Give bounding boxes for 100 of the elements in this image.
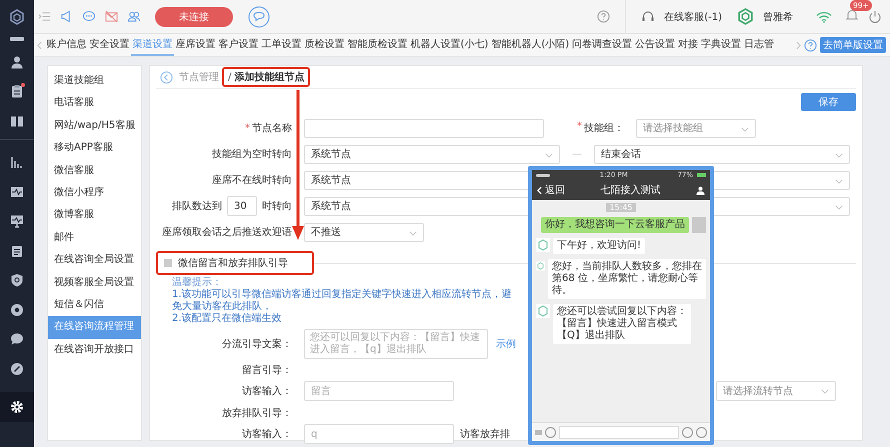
field-label: 访客输入： [242, 428, 292, 441]
crossed-envelope-icon[interactable] [105, 10, 118, 23]
power-icon[interactable] [868, 10, 882, 24]
number-field[interactable]: 30 [227, 196, 257, 216]
field-label: 座席不在线时转向 [212, 174, 292, 187]
sidebar-item[interactable]: 微信小程序 [48, 182, 141, 204]
settings-tab[interactable]: 字典设置 [700, 34, 743, 56]
tip-title: 温馨提示： [172, 277, 223, 288]
sidebar-item[interactable]: 微博客服 [48, 204, 141, 227]
chevron-down-icon [409, 230, 417, 236]
select-field[interactable]: 请选择流转节点 [716, 381, 836, 401]
sidebar-item[interactable]: 在线咨询全局设置 [48, 249, 141, 272]
hexagon-logo-icon [737, 8, 754, 25]
chevron-down-icon [741, 126, 749, 132]
message-circle-icon[interactable] [248, 6, 270, 28]
chat-bubble: 您还可以尝试回复以下内容： 【留言】快速进入留言模式 【Q】退出排队 [553, 304, 691, 344]
select-field[interactable]: 请选择技能组 [636, 118, 756, 138]
settings-tab[interactable]: 质检设置 [303, 34, 346, 56]
message-input[interactable] [559, 426, 679, 438]
field-label: 技能组： [584, 122, 624, 135]
chat-title: 七陌接入测试 [600, 184, 662, 197]
select-field[interactable]: 结束会话 [594, 144, 850, 164]
status-button[interactable]: 未连接 [155, 6, 233, 26]
sidebar-item[interactable]: 短信＆闪信 [48, 294, 141, 316]
separator-dash: — [572, 148, 582, 160]
monitor-icon [10, 214, 24, 228]
battery-icon [697, 173, 706, 177]
settings-tab[interactable]: 机器人设置(小七) [409, 34, 490, 56]
sidebar-item[interactable]: 移动APP客服 [48, 137, 141, 160]
chevron-down-icon [835, 204, 843, 210]
settings-tab[interactable]: 智能质检设置 [346, 34, 409, 56]
settings-tab[interactable]: 座席设置 [174, 34, 217, 56]
people-icon[interactable] [127, 10, 141, 23]
sidebar-item[interactable]: 在线咨询开放接口 [48, 338, 141, 362]
help-icon[interactable] [804, 38, 817, 52]
pulse-icon [10, 184, 24, 199]
input-field[interactable]: q [304, 424, 454, 444]
chat-bubble: 下午好，欢迎访问! [553, 238, 646, 254]
input-field[interactable] [304, 118, 544, 138]
section-title: 微信留言和放弃排队引导 [178, 256, 288, 270]
settings-tab[interactable]: 智能机器人(小陌) [490, 34, 571, 56]
field-label: 留言引导： [242, 364, 292, 376]
chevron-down-icon [545, 152, 553, 158]
sidebar-item[interactable]: 网站/wap/H5客服 [48, 114, 141, 138]
settings-tab[interactable]: 问卷调查设置 [570, 34, 634, 56]
required-mark: * [245, 122, 250, 134]
tip-text: 2.该配置只在微信端生效 [172, 313, 283, 325]
field-label: 放弃排队引导： [222, 406, 292, 420]
shield-icon [10, 273, 24, 288]
chat-bubble: 您好，当前排队人数较多，您排在第68 位，坐席繁忙，请您耐心等待。 [548, 259, 706, 299]
settings-tab[interactable]: 对接 [676, 34, 700, 56]
settings-tab[interactable]: 工单设置 [260, 34, 303, 56]
settings-tab[interactable]: 公告设置 [634, 34, 677, 56]
chevron-down-icon [835, 178, 843, 184]
textarea-field[interactable]: 您还可以回复以下内容：【留言】快速进入留言，【q】退出排队 [304, 329, 488, 359]
field-label: 排队数达到 [172, 200, 222, 213]
user-icon [10, 54, 24, 69]
settings-tab[interactable]: 安全设置 [88, 34, 131, 56]
chevron-down-icon [835, 152, 843, 158]
chat-bubble-icon[interactable] [82, 10, 96, 23]
field-label: 座席领取会话之后推送欢迎语 [162, 226, 292, 239]
target-icon [10, 302, 24, 317]
help-icon[interactable] [597, 10, 610, 23]
bell-icon[interactable] [845, 8, 859, 22]
required-mark: * [577, 121, 582, 134]
book-icon [10, 114, 24, 128]
field-label: 访客输入： [242, 384, 292, 398]
sidebar-item[interactable]: 微信客服 [48, 160, 141, 182]
indent-icon[interactable] [38, 10, 51, 23]
settings-tab[interactable]: 客户设置 [217, 34, 260, 56]
breadcrumb-separator: / [228, 72, 232, 82]
field-label: 节点名称 [252, 122, 292, 135]
bot-avatar-icon [536, 238, 550, 252]
back-icon[interactable] [160, 70, 173, 84]
input-field[interactable]: 留言 [304, 381, 454, 401]
settings-tab[interactable]: 账户信息 [45, 34, 88, 56]
field-label: 时转向 [262, 200, 292, 213]
bar-chart-icon [10, 155, 24, 170]
settings-tab[interactable]: 日志管 [742, 34, 776, 56]
user-name[interactable]: 曾雅希 [763, 10, 793, 24]
user-icon[interactable] [696, 186, 705, 194]
chevron-right-icon[interactable] [796, 40, 801, 50]
sidebar-item[interactable]: 渠道技能组 [48, 70, 141, 92]
checkbox[interactable] [164, 259, 172, 267]
breadcrumb-current: 添加技能组节点 [234, 70, 304, 84]
select-field[interactable]: 系统节点 [304, 144, 560, 164]
sidebar-item[interactable]: 电话客服 [48, 92, 141, 115]
tip-text: 1.该功能可以引导微信端访客通过回复指定关键字快速进入相应流转节点，避免大量访客在此排队， [172, 289, 513, 312]
agent-status[interactable]: 在线客服(-1) [664, 10, 722, 24]
rail-item[interactable] [0, 392, 34, 422]
notepad-icon [10, 244, 24, 258]
select-field[interactable]: 不推送 [304, 222, 424, 242]
bot-avatar-icon [536, 304, 550, 318]
chat-bubble-icon [10, 332, 24, 346]
sidebar-item[interactable]: 视频客服全局设置 [48, 272, 141, 294]
headset-icon[interactable] [641, 10, 656, 24]
photo-placeholder [692, 217, 706, 233]
sidebar-item[interactable]: 邮件 [48, 226, 141, 250]
megaphone-icon[interactable] [60, 10, 73, 23]
chat-bubble: 你好，我想咨询一下云客服产品 [541, 217, 689, 233]
